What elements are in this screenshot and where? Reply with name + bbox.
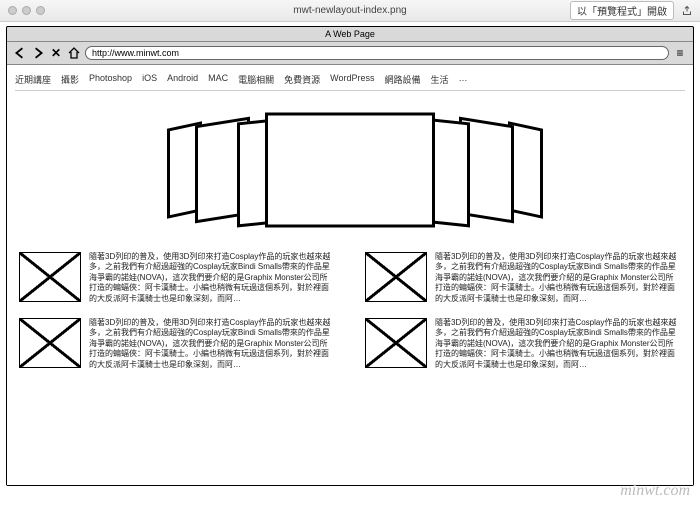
os-window-header: mwt-newlayout-index.png 以「預覽程式」開啟	[0, 0, 700, 22]
article-excerpt: 隨著3D列印的普及，使用3D列印來打造Cosplay作品的玩家也越來越多，之前我…	[435, 252, 681, 304]
article-item[interactable]: 隨著3D列印的普及，使用3D列印來打造Cosplay作品的玩家也越來越多，之前我…	[365, 252, 681, 304]
stop-icon[interactable]: ✕	[49, 46, 63, 60]
home-icon[interactable]	[67, 46, 81, 60]
url-input[interactable]	[85, 46, 669, 60]
article-item[interactable]: 隨著3D列印的普及，使用3D列印來打造Cosplay作品的玩家也越來越多，之前我…	[19, 252, 335, 304]
nav-item[interactable]: 生活	[431, 73, 449, 86]
page-content: 近期講座 攝影 Photoshop iOS Android MAC 電腦相關 免…	[7, 65, 693, 485]
nav-item[interactable]: 免費資源	[284, 73, 320, 86]
window-tab-title: mwt-newlayout-index.png	[293, 5, 406, 16]
carousel	[15, 97, 685, 242]
article-grid: 隨著3D列印的普及，使用3D列印來打造Cosplay作品的玩家也越來越多，之前我…	[15, 252, 685, 370]
nav-item[interactable]: Photoshop	[89, 73, 132, 86]
back-icon[interactable]	[13, 46, 27, 60]
zoom-dot[interactable]	[36, 6, 45, 15]
carousel-card-center[interactable]	[265, 112, 435, 227]
menu-icon[interactable]: ≡	[673, 46, 687, 60]
nav-item[interactable]: 近期講座	[15, 73, 51, 86]
article-excerpt: 隨著3D列印的普及，使用3D列印來打造Cosplay作品的玩家也越來越多，之前我…	[435, 318, 681, 370]
placeholder-image-icon	[365, 318, 427, 368]
nav-more[interactable]: …	[459, 73, 468, 86]
placeholder-image-icon	[365, 252, 427, 302]
close-dot[interactable]	[8, 6, 17, 15]
placeholder-image-icon	[19, 252, 81, 302]
placeholder-image-icon	[19, 318, 81, 368]
nav-item[interactable]: 網路設備	[385, 73, 421, 86]
browser-toolbar: ✕ ≡	[7, 41, 693, 65]
forward-icon[interactable]	[31, 46, 45, 60]
open-in-preview-button[interactable]: 以「預覽程式」開啟	[570, 1, 674, 20]
nav-item[interactable]: MAC	[208, 73, 228, 86]
nav-item[interactable]: iOS	[142, 73, 157, 86]
article-excerpt: 隨著3D列印的普及，使用3D列印來打造Cosplay作品的玩家也越來越多，之前我…	[89, 252, 335, 304]
article-excerpt: 隨著3D列印的普及，使用3D列印來打造Cosplay作品的玩家也越來越多，之前我…	[89, 318, 335, 370]
article-item[interactable]: 隨著3D列印的普及，使用3D列印來打造Cosplay作品的玩家也越來越多，之前我…	[365, 318, 681, 370]
nav-menu: 近期講座 攝影 Photoshop iOS Android MAC 電腦相關 免…	[15, 71, 685, 91]
watermark: minwt.com	[620, 482, 690, 500]
browser-mockup: A Web Page ✕ ≡ 近期講座 攝影 Photoshop iOS And…	[6, 26, 694, 486]
nav-item[interactable]: WordPress	[330, 73, 374, 86]
traffic-lights	[0, 6, 45, 15]
share-icon[interactable]	[680, 4, 694, 18]
article-item[interactable]: 隨著3D列印的普及，使用3D列印來打造Cosplay作品的玩家也越來越多，之前我…	[19, 318, 335, 370]
minimize-dot[interactable]	[22, 6, 31, 15]
nav-item[interactable]: 攝影	[61, 73, 79, 86]
mockup-title: A Web Page	[7, 27, 693, 41]
nav-item[interactable]: 電腦相關	[238, 73, 274, 86]
nav-item[interactable]: Android	[167, 73, 198, 86]
